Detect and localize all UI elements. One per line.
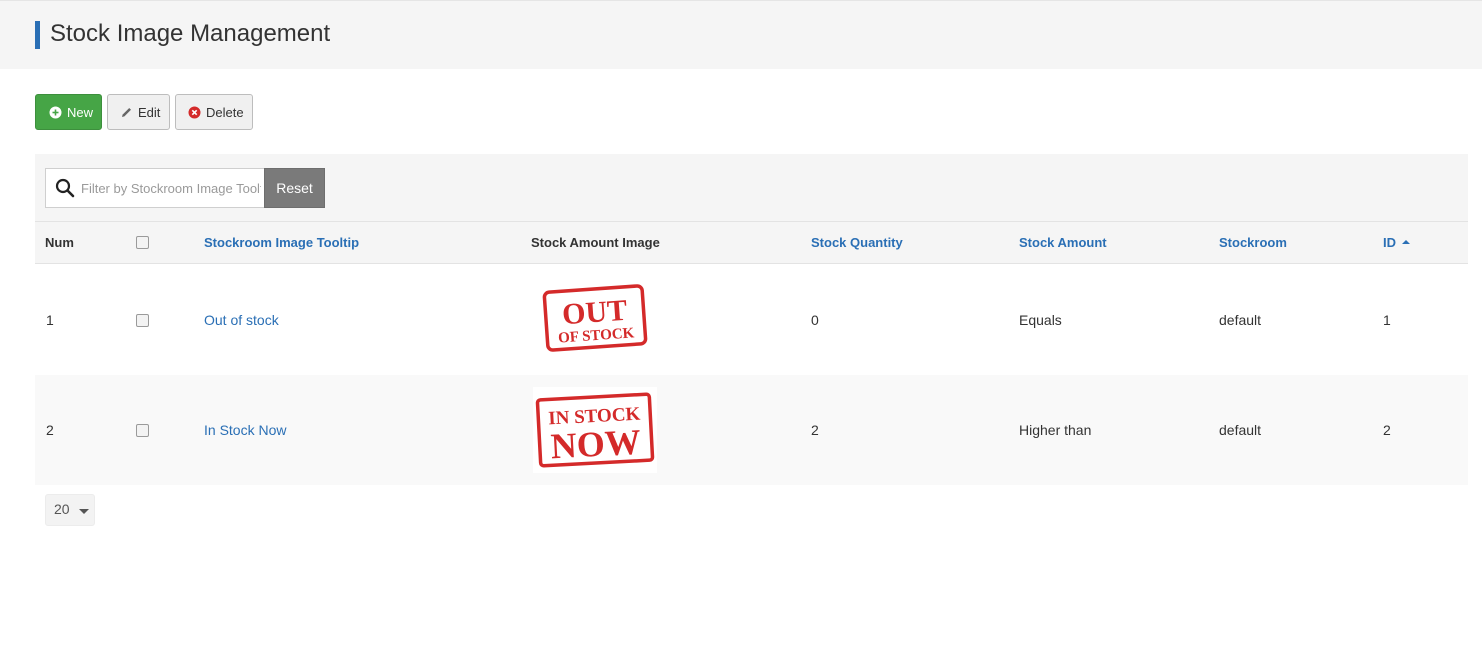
cell-quantity: 0 bbox=[811, 312, 819, 328]
edit-button-label: Edit bbox=[138, 104, 161, 120]
cell-amount: Equals bbox=[1019, 312, 1062, 328]
new-button[interactable]: New bbox=[35, 94, 102, 130]
header-tooltip[interactable]: Stockroom Image Tooltip bbox=[204, 235, 359, 250]
delete-button-label: Delete bbox=[206, 104, 244, 120]
table-row: 1 Out of stock OUT OF STOCK 0 Equals def… bbox=[35, 265, 1468, 375]
in-stock-now-stamp-image: IN STOCK NOW bbox=[533, 387, 657, 476]
title-accent-bar bbox=[35, 21, 40, 49]
cell-stockroom: default bbox=[1219, 312, 1262, 328]
row-checkbox[interactable] bbox=[136, 314, 149, 327]
stamp-text-line2: NOW bbox=[550, 422, 642, 467]
sort-asc-icon bbox=[1400, 235, 1410, 250]
cell-stockroom: default bbox=[1219, 422, 1262, 438]
cell-num: 2 bbox=[46, 422, 54, 438]
search-box bbox=[45, 168, 265, 208]
x-circle-icon bbox=[188, 106, 201, 119]
list-panel: Reset Num Stockroom Image Tooltip Stock … bbox=[35, 154, 1468, 485]
cell-quantity: 2 bbox=[811, 422, 819, 438]
cell-id: 1 bbox=[1383, 312, 1391, 328]
cell-tooltip-link[interactable]: In Stock Now bbox=[204, 422, 286, 438]
pencil-icon bbox=[120, 106, 133, 119]
reset-button[interactable]: Reset bbox=[264, 168, 325, 208]
chevron-down-icon bbox=[79, 509, 89, 514]
edit-button[interactable]: Edit bbox=[107, 94, 170, 130]
page-limit-value: 20 bbox=[54, 501, 70, 517]
table-header: Num Stockroom Image Tooltip Stock Amount… bbox=[35, 222, 1468, 264]
header-id-label: ID bbox=[1383, 235, 1396, 250]
row-checkbox[interactable] bbox=[136, 424, 149, 437]
cell-num: 1 bbox=[46, 312, 54, 328]
toolbar: New Edit Delete bbox=[35, 94, 253, 130]
header-image: Stock Amount Image bbox=[531, 235, 660, 250]
table-row: 2 In Stock Now IN STOCK NOW 2 Higher tha… bbox=[35, 375, 1468, 485]
header-quantity[interactable]: Stock Quantity bbox=[811, 235, 903, 250]
page-limit-select[interactable]: 20 bbox=[45, 494, 95, 526]
search-icon bbox=[55, 178, 75, 203]
header-id[interactable]: ID bbox=[1383, 235, 1410, 250]
select-all-checkbox[interactable] bbox=[136, 236, 149, 249]
header-amount[interactable]: Stock Amount bbox=[1019, 235, 1107, 250]
search-input[interactable] bbox=[81, 178, 261, 198]
cell-id: 2 bbox=[1383, 422, 1391, 438]
delete-button[interactable]: Delete bbox=[175, 94, 253, 130]
new-button-label: New bbox=[67, 104, 94, 120]
cell-amount: Higher than bbox=[1019, 422, 1092, 438]
header-stockroom[interactable]: Stockroom bbox=[1219, 235, 1287, 250]
cell-tooltip-link[interactable]: Out of stock bbox=[204, 312, 279, 328]
page-title: Stock Image Management bbox=[50, 20, 331, 47]
out-of-stock-stamp-image: OUT OF STOCK bbox=[540, 283, 650, 356]
plus-circle-icon bbox=[49, 106, 62, 119]
header-num: Num bbox=[45, 235, 74, 250]
page-header: Stock Image Management bbox=[0, 0, 1482, 69]
filter-bar: Reset bbox=[35, 154, 1468, 222]
